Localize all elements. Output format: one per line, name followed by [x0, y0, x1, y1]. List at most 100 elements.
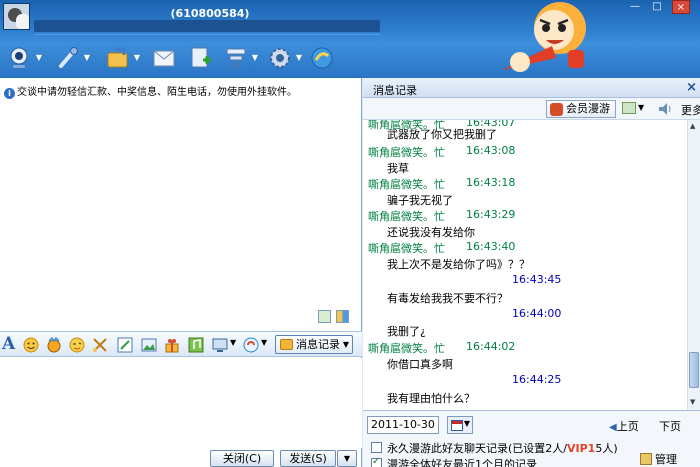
message-header: 嘶角扈微笑。忙 16:43:18	[368, 176, 515, 192]
sound-icon[interactable]	[243, 337, 259, 353]
message-text: 还说我没有发给你	[387, 226, 475, 239]
member-icon	[550, 103, 563, 116]
contact-avatar[interactable]	[3, 3, 30, 30]
roam-friend-checkbox[interactable]	[371, 442, 382, 453]
color-icon[interactable]	[336, 310, 349, 323]
message-text: 我有理由怕什么？	[387, 392, 475, 405]
roam-all-checkbox[interactable]	[371, 456, 382, 467]
roam-friend-count: 5人)	[595, 442, 618, 455]
settings-icon[interactable]: ▼	[268, 46, 302, 70]
manage-button[interactable]: 管理	[640, 451, 677, 467]
message-header: 嘶角扈微笑。忙 16:43:08	[368, 144, 515, 160]
message-time: 16:43:40	[466, 240, 516, 253]
manage-icon	[640, 453, 652, 465]
member-roaming-label: 会员漫游	[566, 102, 610, 115]
sender-name: 嘶角扈微笑。忙	[368, 342, 445, 355]
sender-name: 嘶角扈微笑。忙	[368, 146, 445, 159]
smiley-icon[interactable]	[23, 337, 39, 353]
send-button[interactable]: 发送(S)	[280, 450, 336, 467]
message-time: 16:43:08	[466, 144, 516, 157]
handwriting-icon[interactable]	[117, 337, 133, 353]
message-record-label: 消息记录	[296, 338, 340, 351]
scroll-down-icon[interactable]: ▼	[690, 398, 695, 406]
app-icon[interactable]	[310, 46, 334, 70]
message-text: 有毒发给我我不要不行？	[387, 292, 508, 305]
group-chat-icon[interactable]: ▼	[224, 46, 258, 70]
message-text: 我删了¿	[387, 325, 426, 338]
file-transfer-icon[interactable]: ▼	[106, 46, 140, 70]
screen-dropdown-icon[interactable]: ▼	[230, 338, 236, 347]
self-message-time: 16:44:00	[512, 307, 562, 320]
contact-signature-bar	[34, 20, 380, 32]
minimize-button[interactable]: —	[626, 0, 644, 14]
chat-window-header: (610800584) — □ × ▼ ▼ ▼ ▼ ▼	[0, 0, 700, 78]
roam-friend-option[interactable]: 永久漫游此好友聊天记录(已设置2人/VIP15人)	[371, 440, 618, 456]
email-icon[interactable]	[152, 46, 176, 70]
prev-page-label: 上页	[616, 420, 639, 433]
header-divider	[34, 34, 380, 35]
sound-dropdown-icon[interactable]: ▼	[261, 338, 267, 347]
message-header: 嘶角扈微笑。忙 16:43:29	[368, 208, 515, 224]
send-options-dropdown[interactable]: ▼	[337, 450, 357, 467]
history-toolbar: 会员漫游 ▼ 更多	[363, 98, 700, 120]
scroll-up-icon[interactable]: ▲	[690, 122, 695, 130]
next-page-label: 下页	[659, 420, 681, 433]
security-notice-text: 交谈中请勿轻信汇款、中奖信息、陌生电话，勿使用外挂软件。	[17, 87, 297, 98]
maximize-button[interactable]: □	[648, 0, 666, 14]
vip-badge: VIP1	[567, 442, 596, 455]
music-icon[interactable]	[188, 337, 204, 353]
roam-all-option[interactable]: 漫游全体好友最近1个月的记录	[371, 456, 537, 467]
history-scrollbar[interactable]: ▲ ▼	[687, 120, 700, 410]
add-contact-icon[interactable]	[189, 46, 213, 70]
next-page-link[interactable]: 下页	[659, 418, 681, 434]
calendar-button[interactable]: ▼	[447, 416, 473, 434]
message-text: 骗子我无视了	[387, 194, 453, 207]
export-dropdown-icon[interactable]: ▼	[638, 103, 644, 112]
scissors-icon[interactable]	[92, 337, 108, 353]
resize-icon[interactable]	[318, 310, 331, 323]
voice-icon[interactable]: ▼	[56, 46, 90, 70]
roam-friend-label: 永久漫游此好友聊天记录(已设置2人/	[387, 442, 567, 455]
message-header: 嘶角扈微笑。忙 16:43:40	[368, 240, 515, 256]
message-text: 武器放了你又把我删了	[387, 128, 497, 141]
contact-qq-number: (610800584)	[170, 7, 250, 20]
prev-page-link[interactable]: ◀上页	[609, 418, 639, 434]
close-icon[interactable]: ×	[686, 80, 697, 95]
sender-name: 嘶角扈微笑。忙	[368, 242, 445, 255]
roam-all-label: 漫游全体好友最近1个月的记录	[387, 458, 537, 467]
calendar-icon	[451, 420, 463, 431]
member-roaming-button[interactable]: 会员漫游	[546, 100, 616, 118]
export-icon[interactable]	[622, 102, 636, 114]
scrollbar-thumb[interactable]	[689, 352, 699, 388]
magic-face-icon[interactable]	[46, 336, 62, 353]
wink-icon[interactable]	[69, 337, 85, 353]
message-text: 我草	[387, 162, 409, 175]
speaker-icon[interactable]	[657, 101, 673, 120]
chat-history-log: 嘶角扈微笑。忙 16:43:07 武器放了你又把我删了 嘶角扈微笑。忙 16:4…	[363, 120, 687, 410]
message-text: 你借口真多啊	[387, 358, 453, 371]
more-button[interactable]: 更多	[681, 102, 700, 118]
screen-icon[interactable]	[212, 337, 228, 353]
close-window-button[interactable]: ×	[672, 0, 690, 14]
gift-icon[interactable]	[164, 337, 180, 353]
message-text: 我上次不是发给你了吗》？？	[387, 258, 530, 271]
info-icon: i	[4, 88, 15, 99]
message-history-panel: 消息记录 × 会员漫游 ▼ 更多 嘶角扈微笑。忙 16:43:07 武器放了你又…	[363, 78, 700, 467]
message-record-button[interactable]: 消息记录 ▼	[275, 335, 353, 354]
manage-label: 管理	[655, 453, 677, 466]
security-notice: i 交谈中请勿轻信汇款、中奖信息、陌生电话，勿使用外挂软件。	[4, 83, 297, 99]
history-panel-title: 消息记录	[373, 84, 417, 97]
webcam-icon[interactable]: ▼	[8, 46, 42, 70]
message-input[interactable]	[0, 358, 362, 448]
chevron-down-icon: ▼	[463, 419, 470, 428]
image-icon[interactable]	[141, 337, 157, 353]
chevron-down-icon: ▼	[342, 340, 349, 349]
message-time: 16:43:18	[466, 176, 516, 189]
close-button[interactable]: 关闭(C)	[210, 450, 274, 467]
arrow-left-icon: ◀	[609, 422, 617, 433]
message-time: 16:43:29	[466, 208, 516, 221]
message-format-toolbar: A ▼ ▼ 消息记录 ▼	[0, 331, 362, 357]
date-field[interactable]: 2011-10-30	[367, 416, 439, 434]
font-icon[interactable]: A	[2, 334, 15, 354]
self-message-time: 16:43:45	[512, 273, 562, 286]
